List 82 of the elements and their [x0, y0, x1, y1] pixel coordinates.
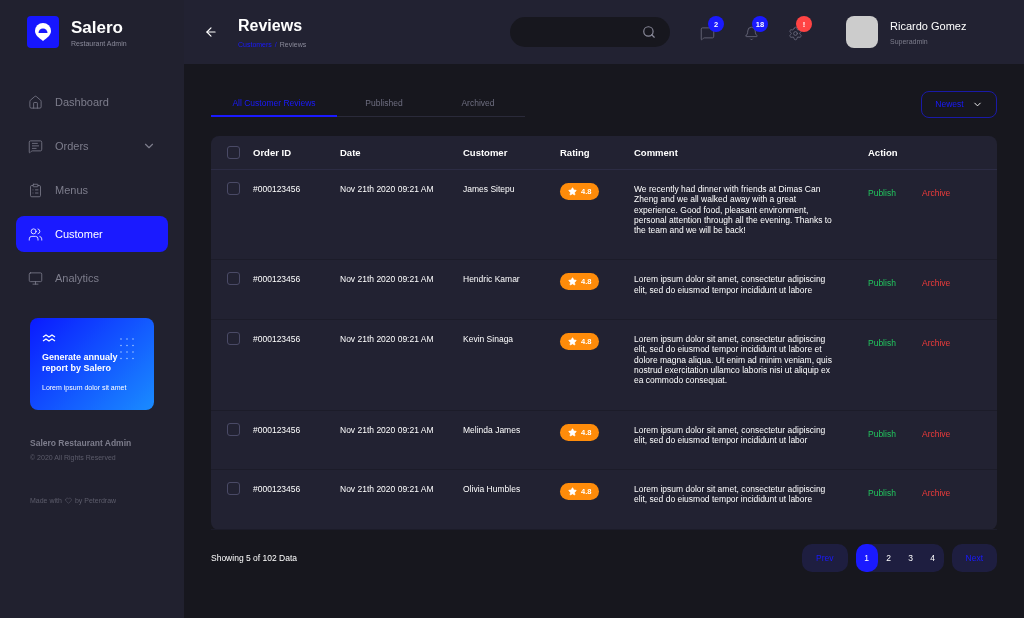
archive-link[interactable]: Archive: [922, 185, 951, 198]
nav-item[interactable]: Analytics: [16, 260, 168, 296]
nav-item[interactable]: Orders: [16, 128, 168, 164]
sort-dropdown[interactable]: Newest: [921, 90, 997, 118]
table-cell-text: #000123456: [253, 483, 302, 495]
publish-link[interactable]: Publish: [868, 425, 896, 439]
nav-item[interactable]: Dashboard: [16, 84, 168, 120]
avatar[interactable]: [846, 16, 878, 48]
table-cell-text: Nov 21th 2020 09:21 AM: [340, 183, 435, 194]
archive-link[interactable]: Archive: [922, 335, 951, 349]
users-icon: [28, 226, 43, 242]
comment-text: We recently had dinner with friends at Dimas Can Zheng and we all walked away with a great experience. Good food, pleasant environment, personal attention through all the evening. Thanks to the team and we will be back!: [634, 183, 833, 236]
column-header: Date: [340, 147, 362, 158]
promo-title: Generate annualy report by Salero: [42, 352, 119, 374]
nav-item[interactable]: Customer: [16, 216, 168, 252]
table-cell-text: #000123456: [253, 183, 302, 194]
publish-link[interactable]: Publish: [868, 275, 896, 289]
home-icon: [28, 94, 43, 110]
nav-item[interactable]: Menus: [16, 172, 168, 208]
archive-link[interactable]: Archive: [922, 485, 951, 499]
archive-link[interactable]: Archive: [922, 275, 951, 289]
table-cell-text: Nov 21th 2020 09:21 AM: [340, 333, 435, 345]
bell-icon[interactable]: [744, 26, 759, 41]
table-cell-text: Melinda James: [463, 423, 522, 435]
dot-grid-icon: [120, 338, 134, 360]
checkbox[interactable]: [227, 482, 240, 496]
footer-title: Salero Restaurant Admin: [30, 438, 133, 448]
table-cell-text: Nov 21th 2020 09:21 AM: [340, 273, 435, 285]
table-cell-text: Nov 21th 2020 09:21 AM: [340, 423, 435, 435]
table-cell-text: Nov 21th 2020 09:21 AM: [340, 483, 435, 495]
table-cell-text: Olivia Humbles: [463, 483, 522, 495]
checkbox[interactable]: [227, 272, 240, 286]
comment-text: Lorem ipsum dolor sit amet, consectetur adipiscing elit, sed do eiusmod tempor incididunt ut labore: [634, 483, 827, 505]
table-cell-text: #000123456: [253, 423, 302, 435]
publish-link[interactable]: Publish: [868, 485, 896, 499]
column-header: Customer: [463, 147, 509, 158]
checkbox[interactable]: [227, 422, 240, 436]
publish-link[interactable]: Publish: [868, 335, 896, 349]
table-cell-text: #000123456: [253, 273, 302, 285]
star-icon: [568, 187, 577, 196]
page-button[interactable]: 3: [899, 543, 922, 572]
wave-icon: [42, 334, 56, 342]
star-icon: [568, 277, 577, 287]
clipboard-icon: [28, 182, 43, 198]
page-button[interactable]: 2: [877, 543, 900, 572]
star-icon: [568, 427, 577, 437]
column-header: Order ID: [253, 147, 292, 158]
tab[interactable]: Published: [337, 91, 431, 117]
star-icon: [568, 337, 577, 347]
logo-icon: [27, 16, 59, 48]
user-name: Ricardo Gomez: [890, 19, 967, 32]
results-summary: Showing 5 of 102 Data: [211, 552, 297, 563]
comment-text: Lorem ipsum dolor sit amet, consectetur adipiscing elit, sed do eiusmod tempor incididunt ut labore et dolore magna aliqua. Ut enim ad minim veniam, quis nostrud exercitation ullamco laboris nisi ut aliquip ex ea commodo consequat.: [634, 333, 833, 386]
column-header: Comment: [634, 147, 679, 158]
page-button[interactable]: 1: [855, 543, 878, 572]
checkbox[interactable]: [227, 182, 240, 195]
chat-icon[interactable]: [700, 26, 715, 41]
settings-icon[interactable]: [788, 26, 803, 41]
heart-icon: [64, 497, 72, 504]
search-field[interactable]: [510, 17, 670, 47]
star-icon: [568, 487, 577, 497]
comment-text: Lorem ipsum dolor sit amet, consectetur adipiscing elit, sed do eiusmod tempor incididunt ut labor: [634, 423, 827, 446]
column-header: Action: [868, 147, 899, 158]
brand-name: Salero: [71, 17, 124, 38]
monitor-icon: [28, 270, 43, 286]
table-cell-text: Hendric Kamar: [463, 273, 521, 285]
archive-link[interactable]: Archive: [922, 425, 951, 439]
table-cell-text: Kevin Sinaga: [463, 333, 515, 345]
publish-link[interactable]: Publish: [868, 185, 896, 198]
back-arrow-icon[interactable]: [204, 25, 218, 39]
table-cell-text: James Sitepu: [463, 183, 516, 194]
comment-text: Lorem ipsum dolor sit amet, consectetur adipiscing elit, sed do eiusmod tempor incididunt ut labore: [634, 273, 827, 296]
tab[interactable]: All Customer Reviews: [211, 91, 337, 117]
table-cell-text: #000123456: [253, 333, 302, 345]
column-header: Rating: [560, 147, 591, 158]
page-title: Reviews: [238, 16, 304, 35]
tab[interactable]: Archived: [431, 91, 525, 117]
checkbox[interactable]: [227, 146, 240, 159]
checkbox[interactable]: [227, 332, 240, 346]
search-icon[interactable]: [642, 25, 656, 39]
page-button[interactable]: 4: [921, 543, 944, 572]
chat-icon: [28, 138, 43, 154]
